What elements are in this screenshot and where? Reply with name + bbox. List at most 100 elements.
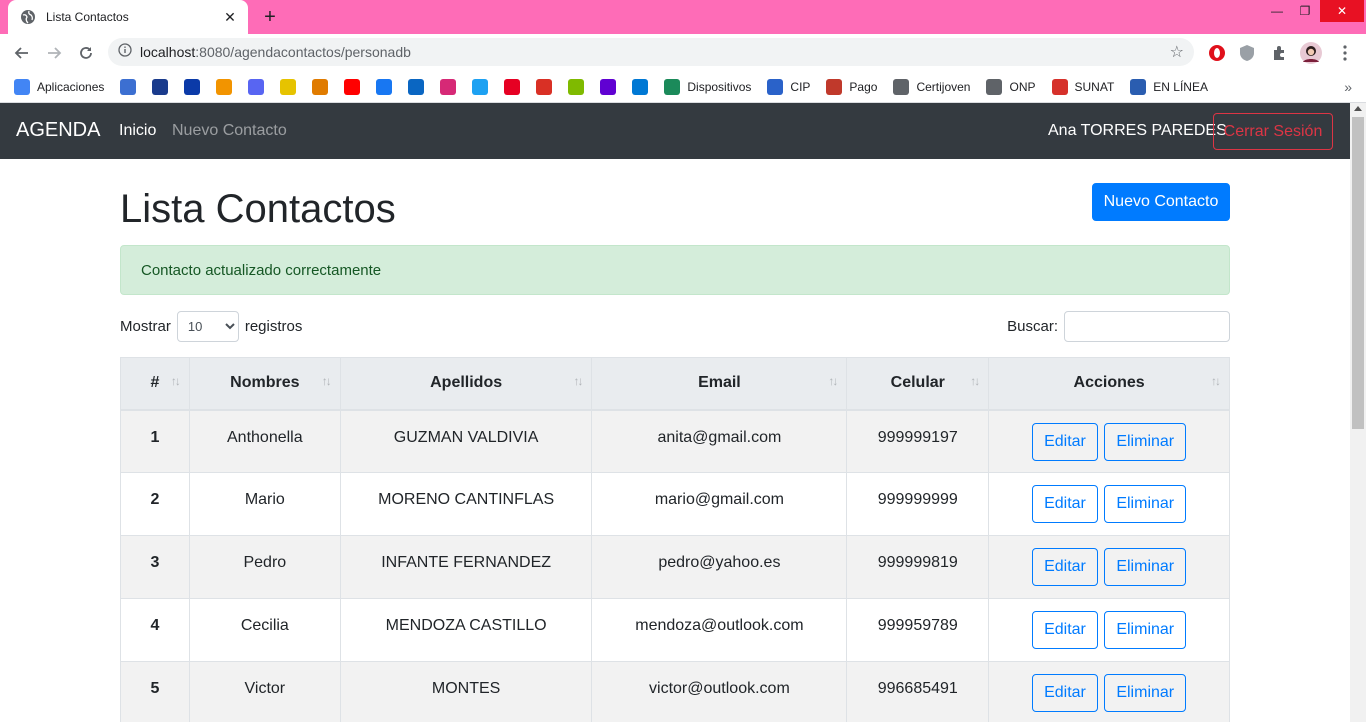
- table-search-control: Buscar:: [1007, 311, 1230, 342]
- opera-extension-icon[interactable]: [1206, 42, 1228, 64]
- scroll-up-icon[interactable]: [1354, 106, 1362, 111]
- cell-num: 3: [120, 535, 190, 599]
- cell-acciones: Editar Eliminar: [988, 409, 1230, 473]
- bookmark-item[interactable]: [536, 78, 553, 95]
- bookmark-item[interactable]: [344, 78, 361, 95]
- bookmark-item[interactable]: [216, 78, 233, 95]
- column-header-email[interactable]: Email ↑↓: [591, 357, 848, 411]
- bookmark-item[interactable]: ONP: [986, 78, 1036, 95]
- bookmark-item[interactable]: [632, 78, 649, 95]
- cell-celular: 999999999: [846, 472, 990, 536]
- edit-button[interactable]: Editar: [1032, 485, 1098, 523]
- cell-acciones: Editar Eliminar: [988, 598, 1230, 662]
- page-length-select[interactable]: 10: [176, 311, 239, 342]
- bookmark-item[interactable]: [120, 78, 137, 95]
- address-bar[interactable]: localhost:8080/agendacontactos/personadb…: [108, 38, 1194, 66]
- edit-button[interactable]: Editar: [1032, 674, 1098, 712]
- bookmark-label: CIP: [790, 79, 811, 94]
- column-header-label: Apellidos: [430, 374, 503, 392]
- menu-kebab-icon[interactable]: [1334, 42, 1356, 64]
- microsoft-icon: [568, 78, 585, 95]
- delete-button[interactable]: Eliminar: [1104, 485, 1187, 523]
- bookmark-item[interactable]: EN LÍNEA: [1130, 78, 1208, 95]
- alert-message: Contacto actualizado correctamente: [141, 261, 382, 279]
- bookmark-item[interactable]: Certijoven: [893, 78, 971, 95]
- bookmark-item[interactable]: Dispositivos: [664, 78, 751, 95]
- scrollbar-thumb[interactable]: [1352, 117, 1364, 429]
- column-header-nombres[interactable]: Nombres ↑↓: [188, 357, 341, 411]
- search-label: Buscar:: [1007, 318, 1058, 335]
- play-arrow-icon: [216, 78, 233, 95]
- bookmarks-bar: Aplicaciones Dispositivos CIP Pago Certijove…: [0, 71, 1366, 103]
- column-header-num[interactable]: # ↑↓: [120, 357, 190, 411]
- logout-button[interactable]: Cerrar Sesión: [1213, 113, 1333, 150]
- cell-celular: 996685491: [846, 661, 990, 722]
- k-logo-icon: [664, 78, 681, 95]
- bookmark-item[interactable]: [184, 78, 201, 95]
- bookmark-item[interactable]: [280, 78, 297, 95]
- bookmark-item[interactable]: [408, 78, 425, 95]
- bookmark-item[interactable]: CIP: [767, 78, 811, 95]
- cell-nombres: Victor: [188, 661, 341, 722]
- outlook-icon: [632, 78, 649, 95]
- bookmark-item[interactable]: [312, 78, 329, 95]
- a-logo-icon: [152, 78, 169, 95]
- delete-button[interactable]: Eliminar: [1104, 548, 1187, 586]
- bookmark-item[interactable]: [472, 78, 489, 95]
- tab-close-icon[interactable]: ✕: [222, 9, 238, 26]
- new-tab-icon[interactable]: +: [258, 6, 282, 28]
- back-icon[interactable]: [6, 37, 38, 69]
- nav-link-nuevo-contacto[interactable]: Nuevo Contacto: [172, 122, 287, 140]
- bookmark-item[interactable]: [440, 78, 457, 95]
- info-icon[interactable]: [118, 42, 132, 62]
- bookmarks-overflow-icon[interactable]: »: [1344, 79, 1352, 95]
- bookmark-item[interactable]: [248, 78, 265, 95]
- browser-tabstrip: Lista Contactos ✕ + — ❐ ✕: [0, 0, 1366, 34]
- column-header-celular[interactable]: Celular ↑↓: [846, 357, 990, 411]
- bookmark-item[interactable]: Aplicaciones: [14, 78, 104, 95]
- edit-button[interactable]: Editar: [1032, 611, 1098, 649]
- column-header-acciones[interactable]: Acciones ↑↓: [988, 357, 1230, 411]
- bookmark-item[interactable]: [568, 78, 585, 95]
- delete-button[interactable]: Eliminar: [1104, 674, 1187, 712]
- window-close-icon[interactable]: ✕: [1320, 0, 1364, 22]
- new-contact-button[interactable]: Nuevo Contacto: [1092, 183, 1230, 221]
- bookmark-item[interactable]: [376, 78, 393, 95]
- delete-button[interactable]: Eliminar: [1104, 611, 1187, 649]
- bookmark-item[interactable]: [152, 78, 169, 95]
- browser-tab[interactable]: Lista Contactos ✕: [8, 0, 248, 34]
- bookmark-item[interactable]: SUNAT: [1051, 78, 1114, 95]
- cell-email: victor@outlook.com: [591, 661, 848, 722]
- bookmark-star-icon[interactable]: ☆: [1170, 42, 1184, 62]
- edit-button[interactable]: Editar: [1032, 548, 1098, 586]
- shield-extension-icon[interactable]: [1236, 42, 1258, 64]
- url-path: :8080/agendacontactos/personadb: [195, 44, 411, 60]
- table-header-row: # ↑↓ Nombres ↑↓ Apellidos ↑↓ Email ↑↓ Celula…: [120, 357, 1230, 411]
- sort-icon: ↑↓: [970, 374, 980, 388]
- length-suffix: registros: [244, 318, 303, 335]
- column-header-apellidos[interactable]: Apellidos ↑↓: [339, 357, 593, 411]
- nav-link-inicio[interactable]: Inicio: [119, 122, 156, 140]
- forward-icon[interactable]: [38, 37, 70, 69]
- page-scrollbar[interactable]: [1350, 103, 1366, 722]
- bookmark-label: Certijoven: [916, 79, 971, 94]
- profile-avatar[interactable]: [1300, 42, 1322, 64]
- sort-icon: ↑↓: [1211, 374, 1221, 388]
- bookmark-item[interactable]: [600, 78, 617, 95]
- bookmark-item[interactable]: Pago: [826, 78, 877, 95]
- url-host: localhost: [140, 44, 196, 60]
- search-input[interactable]: [1064, 311, 1230, 342]
- cell-apellidos: MORENO CANTINFLAS: [339, 472, 593, 536]
- app-navbar: AGENDA Inicio Nuevo Contacto Ana TORRES …: [0, 103, 1350, 159]
- bookmark-label: EN LÍNEA: [1153, 79, 1208, 94]
- edit-button[interactable]: Editar: [1032, 422, 1098, 461]
- bookmark-item[interactable]: [504, 78, 521, 95]
- table-length-control: Mostrar 10 registros: [120, 311, 302, 342]
- reload-icon[interactable]: [70, 37, 102, 69]
- delete-button[interactable]: Eliminar: [1104, 422, 1187, 461]
- minimize-icon[interactable]: —: [1262, 0, 1292, 22]
- extensions-puzzle-icon[interactable]: [1268, 42, 1290, 64]
- navbar-brand[interactable]: AGENDA: [16, 119, 100, 142]
- instagram-icon: [440, 78, 457, 95]
- restore-icon[interactable]: ❐: [1290, 0, 1320, 22]
